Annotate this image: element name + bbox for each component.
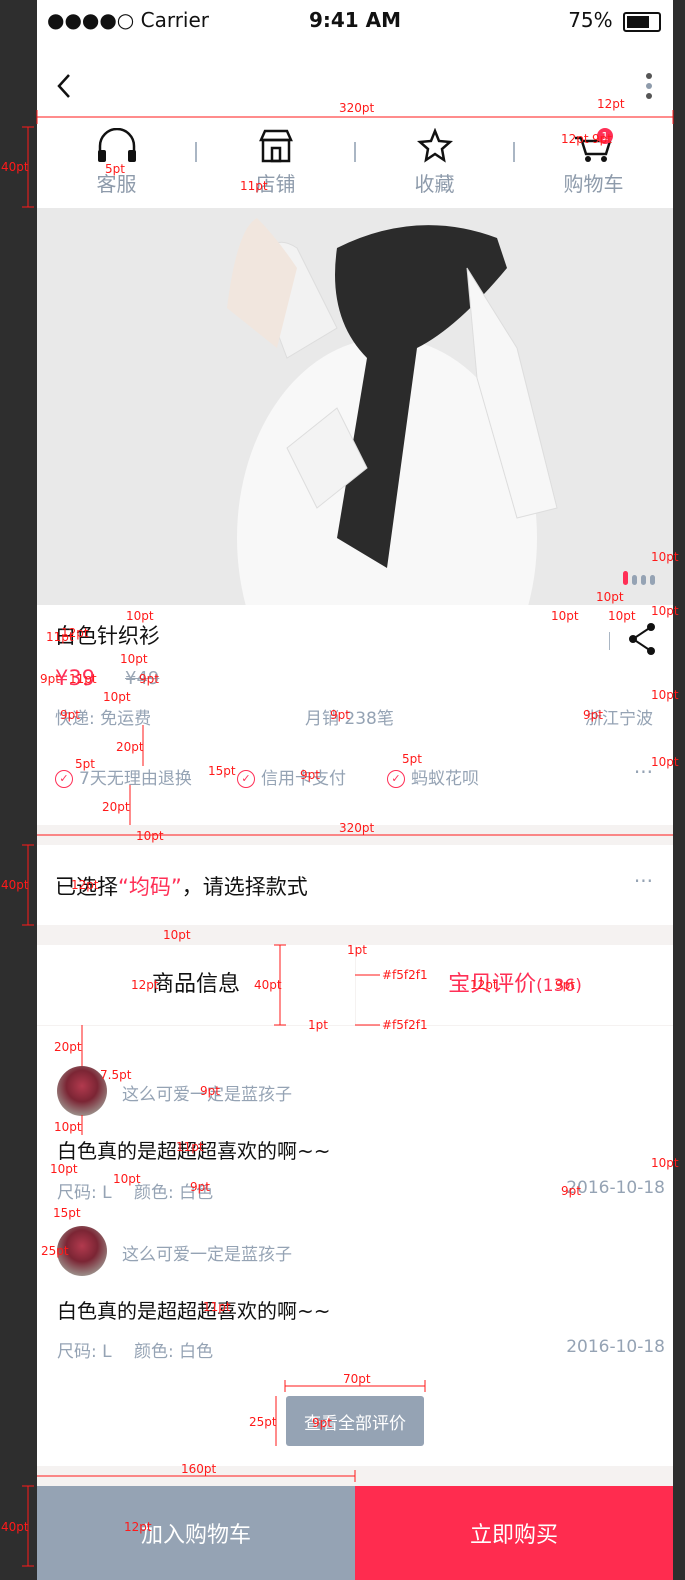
- spec-annotation: 9pt: [583, 708, 603, 722]
- spec-annotation: 5pt: [105, 162, 125, 176]
- spec-annotation: 70pt: [343, 1372, 371, 1386]
- spec-annotation: 10pt: [50, 1162, 78, 1176]
- color-annotation: #f5f2f1: [382, 968, 428, 982]
- spec-annotation: 9pt: [40, 672, 60, 686]
- spec-annotation: 9pt: [60, 708, 80, 722]
- spec-annotation: 10pt: [136, 829, 164, 843]
- spec-annotation: 10pt: [103, 690, 131, 704]
- spec-annotation: 40pt: [1, 1520, 29, 1534]
- spec-annotation: 12pt: [597, 97, 625, 111]
- spec-annotation: 10pt: [651, 550, 679, 564]
- spec-annotation: 5pt: [75, 757, 95, 771]
- spec-annotation: 10pt: [651, 755, 679, 769]
- annotation-lines: [22, 110, 674, 1567]
- spec-annotation: 10pt: [651, 688, 679, 702]
- spec-annotation: 320pt: [339, 821, 375, 835]
- spec-annotation: 10pt: [113, 1172, 141, 1186]
- color-annotation: #f5f2f1: [382, 1018, 428, 1032]
- spec-annotation: 11pt: [203, 1300, 231, 1314]
- spec-annotation: 9pt: [592, 132, 612, 146]
- spec-annotation: 20pt: [116, 740, 144, 754]
- spec-annotation: 15pt: [208, 764, 236, 778]
- spec-annotation: 10pt: [551, 609, 579, 623]
- spec-annotation: 10pt: [608, 609, 636, 623]
- spec-annotation: 15pt: [53, 1206, 81, 1220]
- spec-annotation: 12pt: [71, 878, 99, 892]
- spec-annotation: 320pt: [339, 101, 375, 115]
- spec-annotation: 20pt: [102, 800, 130, 814]
- spec-annotation: 25pt: [41, 1244, 69, 1258]
- spec-annotation: 20pt: [54, 1040, 82, 1054]
- spec-annotation: 9pt: [200, 1084, 220, 1098]
- spec-annotation: 12pt: [561, 132, 589, 146]
- spec-annotation: 40pt: [254, 978, 282, 992]
- spec-annotation: 12pt: [131, 978, 159, 992]
- spec-annotation: 9pt: [139, 672, 159, 686]
- spec-annotation: 40pt: [1, 160, 29, 174]
- spec-annotation: 10pt: [651, 604, 679, 618]
- spec-annotation: 10pt: [126, 609, 154, 623]
- spec-annotation: 9pt: [330, 708, 350, 722]
- spec-annotation: 9pt: [561, 1184, 581, 1198]
- spec-annotation: 7.5pt: [100, 1068, 132, 1082]
- spec-annotation: 11pt: [176, 1140, 204, 1154]
- spec-annotation: 10pt: [163, 928, 191, 942]
- spec-annotation: 10pt: [120, 652, 148, 666]
- spec-annotation: 9pt: [300, 768, 320, 782]
- spec-annotation: 9pt: [312, 1416, 332, 1430]
- spec-annotation: 11pt: [46, 630, 74, 644]
- spec-annotation: 1pt: [308, 1018, 328, 1032]
- spec-annotation: 11pt: [69, 672, 97, 686]
- spec-annotation: 10pt: [54, 1120, 82, 1134]
- spec-annotation: 25pt: [249, 1415, 277, 1429]
- spec-annotation: 160pt: [181, 1462, 217, 1476]
- spec-annotation: 10pt: [651, 1156, 679, 1170]
- spec-annotation: 11pt: [240, 179, 268, 193]
- spec-annotation: 40pt: [1, 878, 29, 892]
- spec-annotation: 5pt: [402, 752, 422, 766]
- spec-annotation: 9pt: [190, 1180, 210, 1194]
- spec-annotation: 12pt: [124, 1520, 152, 1534]
- spec-annotation: 9pt: [555, 978, 575, 992]
- spec-annotation: 12pt: [470, 978, 498, 992]
- spec-annotation: 1pt: [347, 943, 367, 957]
- spec-annotation: 10pt: [596, 590, 624, 604]
